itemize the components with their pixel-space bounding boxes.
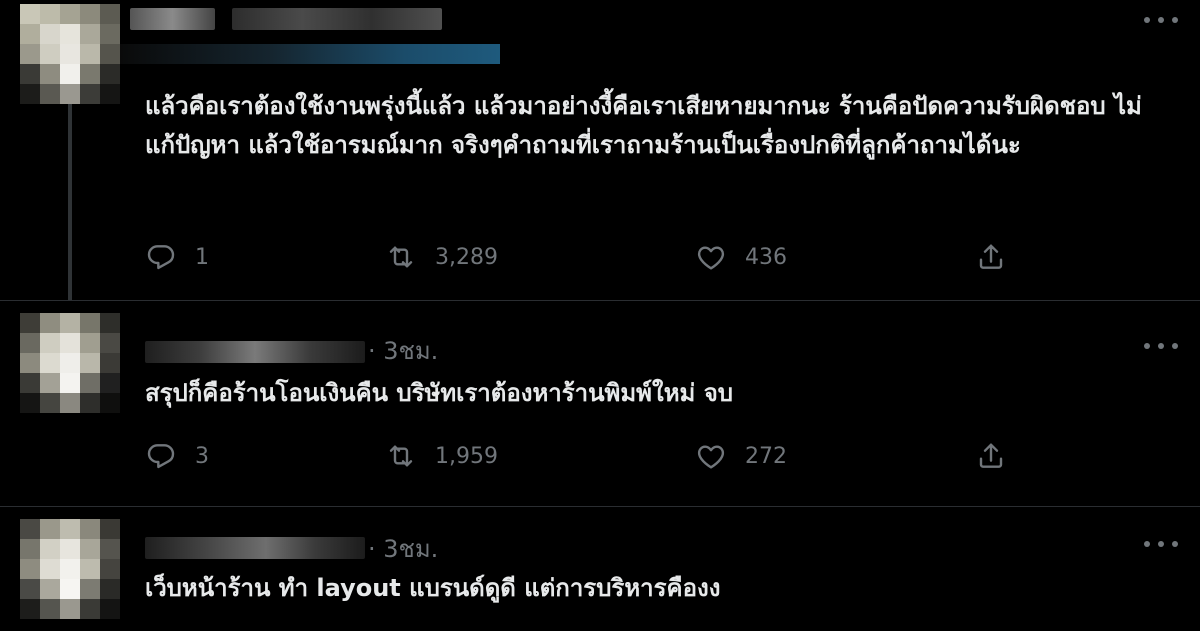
tweet-actions: 1 3,289 436 — [145, 237, 1045, 277]
avatar[interactable] — [20, 313, 120, 413]
retweet-count: 1,959 — [435, 443, 498, 469]
share-icon — [979, 244, 1003, 269]
reply-icon — [147, 245, 175, 270]
like-count: 272 — [745, 443, 787, 469]
reply-count: 3 — [195, 443, 209, 469]
share-button[interactable] — [975, 436, 1007, 476]
display-name-blurred[interactable] — [145, 537, 365, 559]
retweet-icon — [389, 246, 413, 268]
reply-button[interactable]: 1 — [145, 237, 209, 277]
tweet[interactable]: · 3ชม. เว็บหน้าร้าน ทำ layout แบรนด์ดูดี… — [0, 506, 1200, 631]
like-button[interactable]: 272 — [695, 436, 787, 476]
tweet[interactable]: แล้วคือเราต้องใช้งานพรุ่งนี้แล้ว แล้วมาอ… — [0, 0, 1200, 300]
reply-button[interactable]: 3 — [145, 436, 209, 476]
reply-icon — [147, 444, 175, 469]
more-icon[interactable] — [1144, 534, 1178, 554]
display-name-blurred[interactable] — [145, 341, 365, 363]
like-count: 436 — [745, 244, 787, 270]
share-icon — [979, 443, 1003, 468]
thread-line — [68, 104, 72, 300]
avatar[interactable] — [20, 519, 120, 619]
heart-icon — [697, 445, 725, 469]
more-icon[interactable] — [1144, 10, 1178, 30]
retweet-button[interactable]: 3,289 — [385, 237, 498, 277]
tweet-text: เว็บหน้าร้าน ทำ layout แบรนด์ดูดี แต่การ… — [145, 574, 721, 602]
tweet-actions: 3 1,959 272 — [145, 436, 1045, 476]
like-button[interactable]: 436 — [695, 237, 787, 277]
reply-count: 1 — [195, 244, 209, 270]
timestamp[interactable]: · 3ชม. — [368, 529, 438, 568]
reply-context-blurred[interactable] — [120, 44, 500, 64]
more-icon[interactable] — [1144, 336, 1178, 356]
username-blurred[interactable] — [232, 8, 442, 30]
display-name-blurred[interactable] — [130, 8, 215, 30]
heart-icon — [697, 246, 725, 270]
share-button[interactable] — [975, 237, 1007, 277]
timestamp[interactable]: · 3ชม. — [368, 331, 438, 370]
retweet-icon — [389, 445, 413, 467]
retweet-count: 3,289 — [435, 244, 498, 270]
tweet-text: แล้วคือเราต้องใช้งานพรุ่งนี้แล้ว แล้วมาอ… — [145, 92, 1142, 159]
tweet-text: สรุปก็คือร้านโอนเงินคืน บริษัทเราต้องหาร… — [145, 379, 733, 407]
tweet[interactable]: · 3ชม. สรุปก็คือร้านโอนเงินคืน บริษัทเรา… — [0, 300, 1200, 507]
retweet-button[interactable]: 1,959 — [385, 436, 498, 476]
avatar[interactable] — [20, 4, 120, 104]
